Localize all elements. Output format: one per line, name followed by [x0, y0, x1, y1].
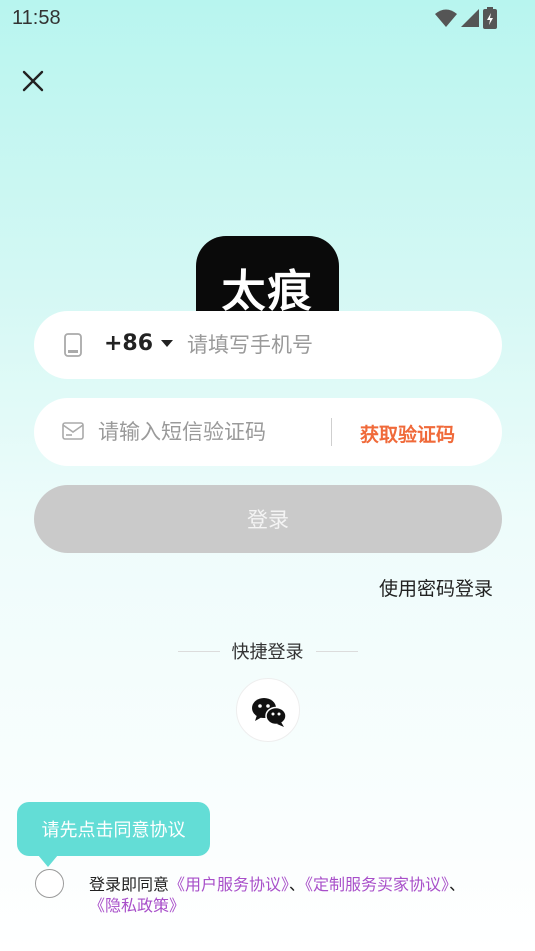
country-code-selector[interactable]: +86 — [104, 331, 174, 356]
phone-field: +86 — [34, 311, 502, 379]
battery-icon — [483, 7, 497, 29]
status-icons — [435, 7, 497, 29]
get-code-button[interactable]: 获取验证码 — [360, 420, 455, 447]
custom-service-agreement-link[interactable]: 《定制服务买家协议》 — [305, 875, 449, 894]
password-login-link[interactable]: 使用密码登录 — [379, 574, 493, 601]
verification-code-field: 获取验证码 — [34, 398, 502, 466]
phone-input[interactable] — [187, 328, 477, 362]
logo-text: 太痕 — [221, 266, 314, 313]
privacy-policy-link[interactable]: 《隐私政策》 — [89, 896, 185, 915]
login-button[interactable]: 登录 — [34, 485, 502, 553]
mail-icon — [62, 422, 84, 440]
status-bar: 11:58 — [0, 0, 535, 38]
wechat-login-button[interactable] — [236, 678, 300, 742]
divider-line-right — [316, 651, 358, 652]
agreement-separator-1: 、 — [289, 875, 306, 894]
phone-icon — [64, 333, 82, 357]
agreement-prefix: 登录即同意 — [89, 875, 170, 894]
agree-checkbox[interactable] — [35, 869, 64, 898]
app-logo: 太痕 — [196, 236, 339, 312]
chevron-down-icon — [161, 340, 174, 347]
quick-login-divider: 快捷登录 — [0, 638, 535, 664]
agreement-separator-2: 、 — [449, 875, 466, 894]
agree-tooltip: 请先点击同意协议 — [17, 802, 210, 856]
signal-icon — [461, 9, 479, 27]
tooltip-arrow — [38, 855, 58, 867]
wifi-icon — [435, 9, 457, 27]
quick-login-label: 快捷登录 — [231, 642, 304, 663]
status-time: 11:58 — [12, 7, 61, 29]
user-service-agreement-link[interactable]: 《用户服务协议》 — [169, 875, 289, 894]
agreement-text: 登录即同意《用户服务协议》、《定制服务买家协议》、《隐私政策》 — [89, 874, 479, 916]
wechat-icon — [252, 698, 287, 727]
field-divider — [331, 418, 332, 446]
verification-code-input[interactable] — [98, 415, 328, 449]
close-button[interactable] — [18, 66, 48, 96]
country-code-label: +86 — [104, 331, 154, 356]
close-icon — [22, 70, 44, 92]
